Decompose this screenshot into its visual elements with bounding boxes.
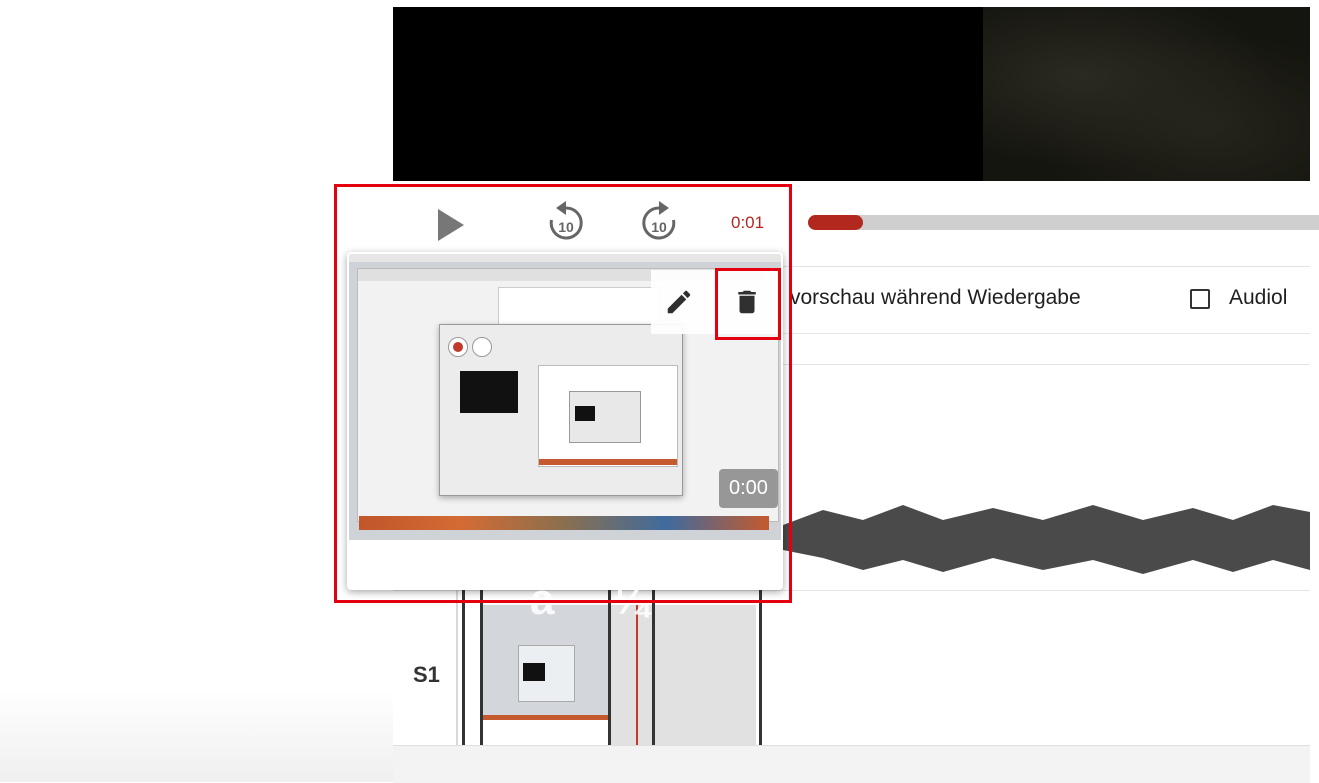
track-separator xyxy=(456,590,458,745)
audio-option-label: Audiol xyxy=(1229,286,1288,309)
highlight-delete-button xyxy=(715,268,781,340)
left-panel-background xyxy=(0,690,393,782)
progress-fill xyxy=(808,215,864,230)
clip-border xyxy=(652,590,655,745)
playhead[interactable] xyxy=(636,605,638,745)
track-label: S1 xyxy=(413,662,440,687)
clip-thumbnail-preview xyxy=(523,663,545,681)
clip-border-left xyxy=(462,590,465,745)
progress-bar[interactable] xyxy=(808,215,1319,230)
video-preview[interactable] xyxy=(393,7,1310,181)
video-frame xyxy=(983,7,1310,181)
highlight-segment-popup xyxy=(334,184,792,603)
preview-option-label: vorschau während Wiedergabe xyxy=(790,286,1081,309)
clip-border-right xyxy=(759,590,762,745)
clip-thumbnail-dock xyxy=(483,715,608,720)
bottom-scrollbar[interactable] xyxy=(393,745,1310,783)
clip-segment xyxy=(611,605,756,745)
audio-checkbox[interactable] xyxy=(1190,289,1210,309)
